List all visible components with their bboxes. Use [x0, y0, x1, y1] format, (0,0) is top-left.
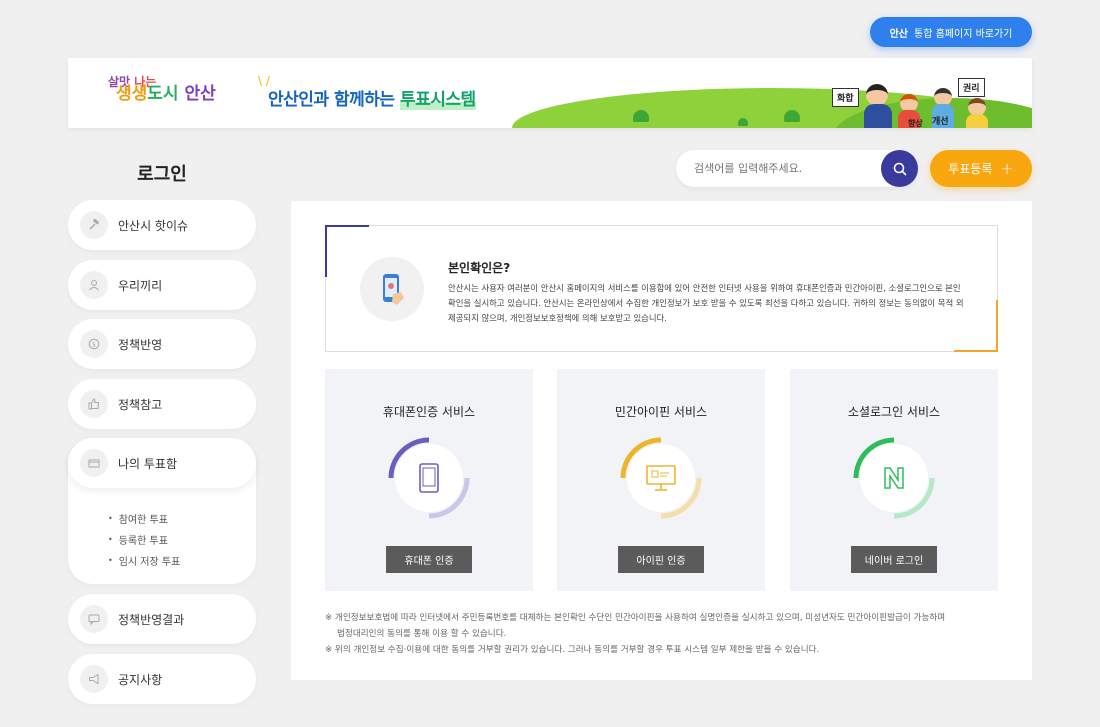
- monitor-icon: [646, 465, 676, 491]
- box-icon: [80, 449, 108, 477]
- coin-icon: $: [80, 330, 108, 358]
- banner-title-highlight: 투표시스템: [399, 90, 476, 110]
- sign-improve: 향상: [908, 119, 923, 128]
- ipin-auth-button[interactable]: 아이핀 인증: [618, 546, 704, 573]
- corner-accent: [325, 225, 369, 277]
- register-vote-label: 투표등록: [948, 162, 993, 176]
- sidebar-item-notice[interactable]: 공지사항: [68, 654, 256, 704]
- sign-reform: 개선: [932, 117, 949, 127]
- search-icon: [893, 162, 906, 175]
- integrated-homepage-label: 통합 홈페이지 바로가기: [914, 28, 1013, 40]
- city-brand-logo[interactable]: 살맛 나는 생생도시 안산: [108, 76, 216, 103]
- sidebar-item-label: 우리끼리: [118, 278, 163, 293]
- brand-text-4: 도시: [147, 84, 185, 104]
- naver-icon: [884, 467, 904, 489]
- ansan-mini-logo: 안산: [889, 28, 909, 40]
- svg-text:$: $: [92, 342, 96, 349]
- service-title: 휴대폰인증 서비스: [382, 405, 476, 419]
- submenu-participated-votes[interactable]: 참여한 투표: [108, 508, 256, 529]
- privacy-note-1-cont: 법정대리인의 동의를 통해 이용 할 수 있습니다.: [337, 629, 507, 639]
- naver-login-button[interactable]: 네이버 로그인: [851, 546, 937, 573]
- phone-auth-button[interactable]: 휴대폰 인증: [386, 546, 472, 573]
- sign-rights: 권리: [958, 78, 985, 97]
- sidebar-item-label: 나의 투표함: [118, 456, 178, 471]
- register-vote-button[interactable]: 투표등록 +: [930, 150, 1032, 187]
- banner-title: 안산인과 함께하는 투표시스템: [268, 85, 476, 110]
- submenu-draft-votes[interactable]: 임시 저장 투표: [108, 550, 256, 571]
- person-illustration: [866, 84, 888, 106]
- thumbs-up-icon: [80, 390, 108, 418]
- search-input[interactable]: [694, 150, 874, 187]
- sidebar-item-among-us[interactable]: 우리끼리: [68, 260, 256, 310]
- sidebar-item-my-ballot: 나의 투표함 참여한 투표 등록한 투표 임시 저장 투표: [68, 438, 256, 584]
- sidebar-title: 로그인: [137, 164, 187, 185]
- plus-icon: +: [1000, 159, 1014, 178]
- intro-description: 안산시는 사용자 여러분이 안산시 홈페이지의 서비스를 이용함에 있어 안전한…: [448, 283, 964, 323]
- header-banner: 살맛 나는 생생도시 안산 \ / 안산인과 함께하는 투표시스템 화합 향상 …: [68, 58, 1032, 128]
- person-icon: [80, 271, 108, 299]
- service-card-social: 소셜로그인 서비스 네이버 로그인: [790, 369, 998, 591]
- sidebar-item-label: 공지사항: [118, 672, 163, 687]
- brand-text-5: 안산: [184, 84, 216, 104]
- person-body-illustration: [864, 104, 892, 128]
- sidebar-item-policy-results[interactable]: 정책반영결과: [68, 594, 256, 644]
- brand-text-3: 생생: [116, 84, 148, 104]
- bush-illustration: [633, 110, 649, 122]
- privacy-notes: ※ 개인정보보호법에 따라 인터넷에서 주민등록번호를 대체하는 본인확인 수단…: [325, 610, 945, 658]
- sidebar-item-my-ballot-header[interactable]: 나의 투표함: [68, 438, 256, 488]
- intro-title: 본인확인은?: [448, 261, 511, 275]
- service-icon-ring: [619, 436, 703, 520]
- chat-icon: [80, 605, 108, 633]
- sidebar-item-label: 정책참고: [118, 397, 163, 412]
- sidebar-item-label: 안산시 핫이슈: [118, 218, 189, 233]
- sidebar-item-label: 정책반영결과: [118, 612, 185, 627]
- sidebar-submenu: 참여한 투표 등록한 투표 임시 저장 투표: [68, 488, 256, 571]
- privacy-note-2: ※ 위의 개인정보 수집·이용에 대한 동의를 거부할 권리가 있습니다. 그러…: [325, 645, 820, 655]
- sidebar-item-policy-reflect[interactable]: $ 정책반영: [68, 319, 256, 369]
- service-card-phone: 휴대폰인증 서비스 휴대폰 인증: [325, 369, 533, 591]
- sign-harmony: 화합: [832, 88, 859, 107]
- main-content: 본인확인은? 안산시는 사용자 여러분이 안산시 홈페이지의 서비스를 이용함에…: [291, 201, 1032, 680]
- phone-icon: [419, 463, 439, 493]
- service-title: 민간아이핀 서비스: [614, 405, 708, 419]
- banner-title-main: 안산인과 함께하는: [268, 90, 400, 110]
- service-icon-ring: [387, 436, 471, 520]
- hammer-icon: [80, 211, 108, 239]
- integrated-homepage-link[interactable]: 안산 통합 홈페이지 바로가기: [870, 17, 1032, 47]
- search-button[interactable]: [881, 150, 918, 187]
- person-body-illustration: [966, 114, 988, 128]
- sidebar-item-policy-reference[interactable]: 정책참고: [68, 379, 256, 429]
- service-title: 소셜로그인 서비스: [847, 405, 941, 419]
- service-card-ipin: 민간아이핀 서비스 아이핀 인증: [557, 369, 765, 591]
- search-bar: [676, 150, 918, 187]
- megaphone-icon: [80, 665, 108, 693]
- service-icon-ring: [852, 436, 936, 520]
- identity-intro-box: 본인확인은? 안산시는 사용자 여러분이 안산시 홈페이지의 서비스를 이용함에…: [325, 225, 998, 352]
- bush-illustration: [738, 118, 748, 126]
- bush-illustration: [784, 110, 800, 122]
- sidebar-item-hot-issue[interactable]: 안산시 핫이슈: [68, 200, 256, 250]
- phone-hand-icon: [360, 257, 424, 321]
- submenu-registered-votes[interactable]: 등록한 투표: [108, 529, 256, 550]
- sidebar-item-label: 정책반영: [118, 337, 163, 352]
- privacy-note-1: ※ 개인정보보호법에 따라 인터넷에서 주민등록번호를 대체하는 본인확인 수단…: [325, 613, 946, 623]
